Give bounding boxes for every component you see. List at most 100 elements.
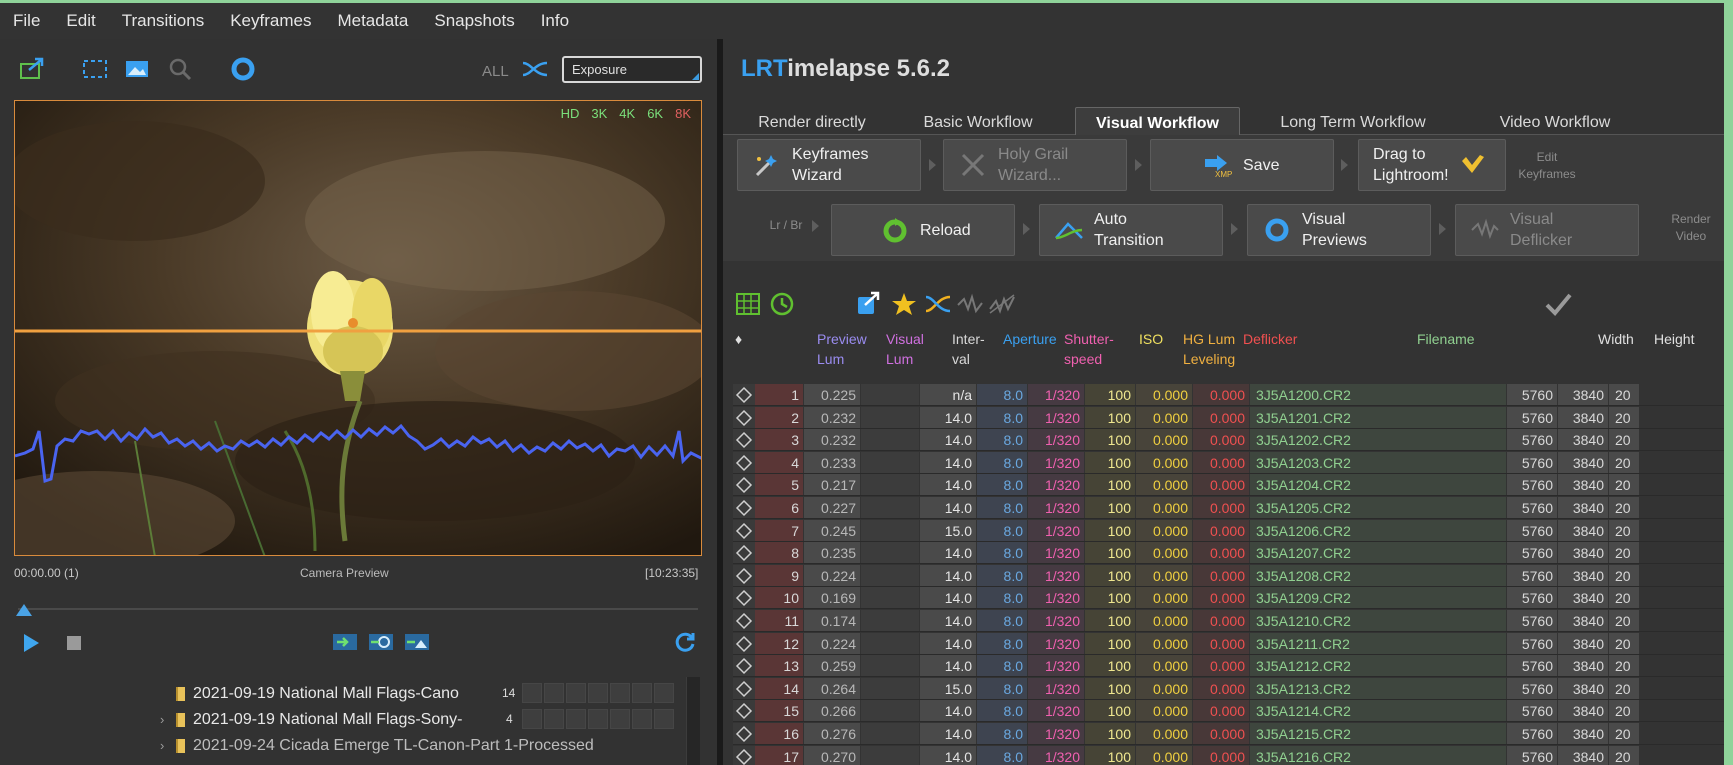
keyframe-diamond-icon[interactable] [733,519,755,541]
col-interval[interactable]: Inter-val [952,329,985,369]
auto-transition-button[interactable]: Auto Transition [1039,204,1223,256]
keyframe-diamond-icon[interactable] [733,723,755,744]
col-height[interactable]: Height [1654,329,1694,349]
timeline-track[interactable] [18,608,698,610]
exposure-select[interactable]: Exposure [562,56,702,83]
tab-basic-workflow[interactable]: Basic Workflow [903,107,1053,135]
keyframe-diamond-icon[interactable] [733,587,755,609]
keyframe-diamond-icon[interactable] [733,564,755,586]
multi-deflicker-icon[interactable] [987,289,1017,319]
search-icon[interactable] [165,54,195,84]
keyframe-diamond-icon[interactable] [733,384,755,405]
transition-curve-icon[interactable] [923,289,953,319]
col-hg-lum-leveling[interactable]: HG Lum Leveling [1183,329,1235,369]
tab-video-workflow[interactable]: Video Workflow [1475,107,1635,135]
export-icon[interactable] [17,54,47,84]
col-width[interactable]: Width [1598,329,1634,349]
col-filename[interactable]: Filename [1417,329,1475,349]
col-visual-lum[interactable]: Visual Lum [886,329,924,369]
camera-preview-image[interactable]: HD 3K 4K 6K 8K [14,100,702,556]
selection-icon[interactable] [80,54,110,84]
timeline-playhead[interactable] [16,604,32,616]
table-row[interactable]: 9 0.224 14.0 8.0 1/320 100 0.000 0.000 3J5A1208.… [733,564,1724,587]
chevron-right-icon[interactable]: › [160,738,170,753]
visual-previews-button[interactable]: Visual Previews [1247,204,1431,256]
col-preview-lum[interactable]: Preview Lum [817,329,867,369]
table-row[interactable]: 13 0.259 14.0 8.0 1/320 100 0.000 0.000 3J5A1212… [733,655,1724,678]
keyframe-eye-icon[interactable] [366,627,396,657]
folder-item[interactable]: › 2021-09-24 Cicada Emerge TL-Canon-Part… [160,733,594,758]
reload-button[interactable]: Reload [831,204,1015,256]
menu-snapshots[interactable]: Snapshots [421,3,527,39]
menu-file[interactable]: File [0,3,53,39]
stop-button[interactable] [67,636,81,650]
render-video-label[interactable]: Render Video [1661,211,1721,245]
folder-scrollbar[interactable] [686,677,700,765]
folder-item[interactable]: 2021-09-19 National Mall Flags-Cano [176,681,459,706]
keyframes-wizard-button[interactable]: Keyframes Wizard [737,139,921,191]
keyframe-diamond-icon[interactable] [733,610,755,631]
menu-metadata[interactable]: Metadata [324,3,421,39]
keyframe-diamond-icon[interactable] [733,655,755,677]
col-deflicker[interactable]: Deflicker [1243,329,1297,349]
tab-long-term-workflow[interactable]: Long Term Workflow [1253,107,1453,135]
keyframe-diamond-icon[interactable] [733,632,755,654]
menu-transitions[interactable]: Transitions [109,3,218,39]
table-row[interactable]: 12 0.224 14.0 8.0 1/320 100 0.000 0.000 3J5A1211… [733,632,1724,655]
table-row[interactable]: 2 0.232 14.0 8.0 1/320 100 0.000 0.000 3J5A1201.… [733,406,1724,429]
col-keyframe[interactable]: ♦ [735,329,742,349]
tab-visual-workflow[interactable]: Visual Workflow [1075,107,1240,135]
menu-edit[interactable]: Edit [53,3,108,39]
grid-icon[interactable] [733,289,763,319]
visual-deflicker-button[interactable]: Visual Deflicker [1455,204,1639,256]
table-row[interactable]: 10 0.169 14.0 8.0 1/320 100 0.000 0.000 3J5A1209… [733,587,1724,610]
edit-keyframes-label[interactable]: Edit Keyframes [1517,149,1577,183]
table-row[interactable]: 3 0.232 14.0 8.0 1/320 100 0.000 0.000 3J5A1202.… [733,429,1724,452]
keyframe-diamond-icon[interactable] [733,474,755,496]
drag-to-lightroom-button[interactable]: Drag to Lightroom! [1358,139,1506,191]
play-button[interactable] [24,634,39,652]
col-aperture[interactable]: Aperture [1003,329,1057,349]
table-row[interactable]: 7 0.245 15.0 8.0 1/320 100 0.000 0.000 3J5A1206.… [733,519,1724,542]
keyframe-diamond-icon[interactable] [733,406,755,428]
history-icon[interactable] [767,289,797,319]
lr-br-label[interactable]: Lr / Br [761,217,811,234]
refresh-icon[interactable] [670,627,700,657]
visual-previews-icon[interactable] [228,54,258,84]
keyframe-diamond-icon[interactable] [733,677,755,699]
holy-grail-wizard-button[interactable]: Holy Grail Wizard... [943,139,1127,191]
folder-item[interactable]: › 2021-09-19 National Mall Flags-Sony- [160,707,462,732]
keyframe-diamond-icon[interactable] [733,429,755,451]
table-row[interactable]: 5 0.217 14.0 8.0 1/320 100 0.000 0.000 3J5A1204.… [733,474,1724,497]
curve-icon[interactable] [520,54,550,84]
image-icon[interactable] [122,54,152,84]
chevron-right-icon[interactable]: › [160,712,170,727]
star-icon[interactable] [889,289,919,319]
add-keyframe-icon[interactable] [330,627,360,657]
deflicker-icon[interactable] [955,289,985,319]
table-row[interactable]: 14 0.264 15.0 8.0 1/320 100 0.000 0.000 3J5A1213… [733,677,1724,700]
menu-info[interactable]: Info [528,3,582,39]
table-row[interactable]: 17 0.270 14.0 8.0 1/320 100 0.000 0.000 3J5A1216… [733,745,1724,765]
apply-checkmark-icon[interactable] [1543,289,1573,319]
table-row[interactable]: 16 0.276 14.0 8.0 1/320 100 0.000 0.000 3J5A1215… [733,723,1724,745]
table-row[interactable]: 15 0.266 14.0 8.0 1/320 100 0.000 0.000 3J5A1214… [733,700,1724,723]
keyframe-diamond-icon[interactable] [733,542,755,564]
keyframe-diamond-icon[interactable] [733,700,755,722]
keyframe-diamond-icon[interactable] [733,451,755,473]
table-row[interactable]: 4 0.233 14.0 8.0 1/320 100 0.000 0.000 3J5A1203.… [733,451,1724,474]
col-shutter-speed[interactable]: Shutter-speed [1064,329,1114,369]
menu-keyframes[interactable]: Keyframes [217,3,324,39]
keyframe-image-icon[interactable] [402,627,432,657]
table-row[interactable]: 8 0.235 14.0 8.0 1/320 100 0.000 0.000 3J5A1207.… [733,542,1724,565]
col-iso[interactable]: ISO [1139,329,1163,349]
keyframe-diamond-icon[interactable] [733,497,755,518]
keyframe-diamond-icon[interactable] [733,745,755,765]
table-row[interactable]: 6 0.227 14.0 8.0 1/320 100 0.000 0.000 3J5A1205.… [733,497,1724,519]
all-label[interactable]: ALL [482,63,509,80]
table-row[interactable]: 11 0.174 14.0 8.0 1/320 100 0.000 0.000 3J5A1210… [733,610,1724,632]
table-row[interactable]: 1 0.225 n/a 8.0 1/320 100 0.000 0.000 3J5A1200.C… [733,384,1724,406]
export-icon[interactable] [853,289,883,319]
save-button[interactable]: XMP Save [1150,139,1334,191]
tab-render-directly[interactable]: Render directly [737,107,887,135]
